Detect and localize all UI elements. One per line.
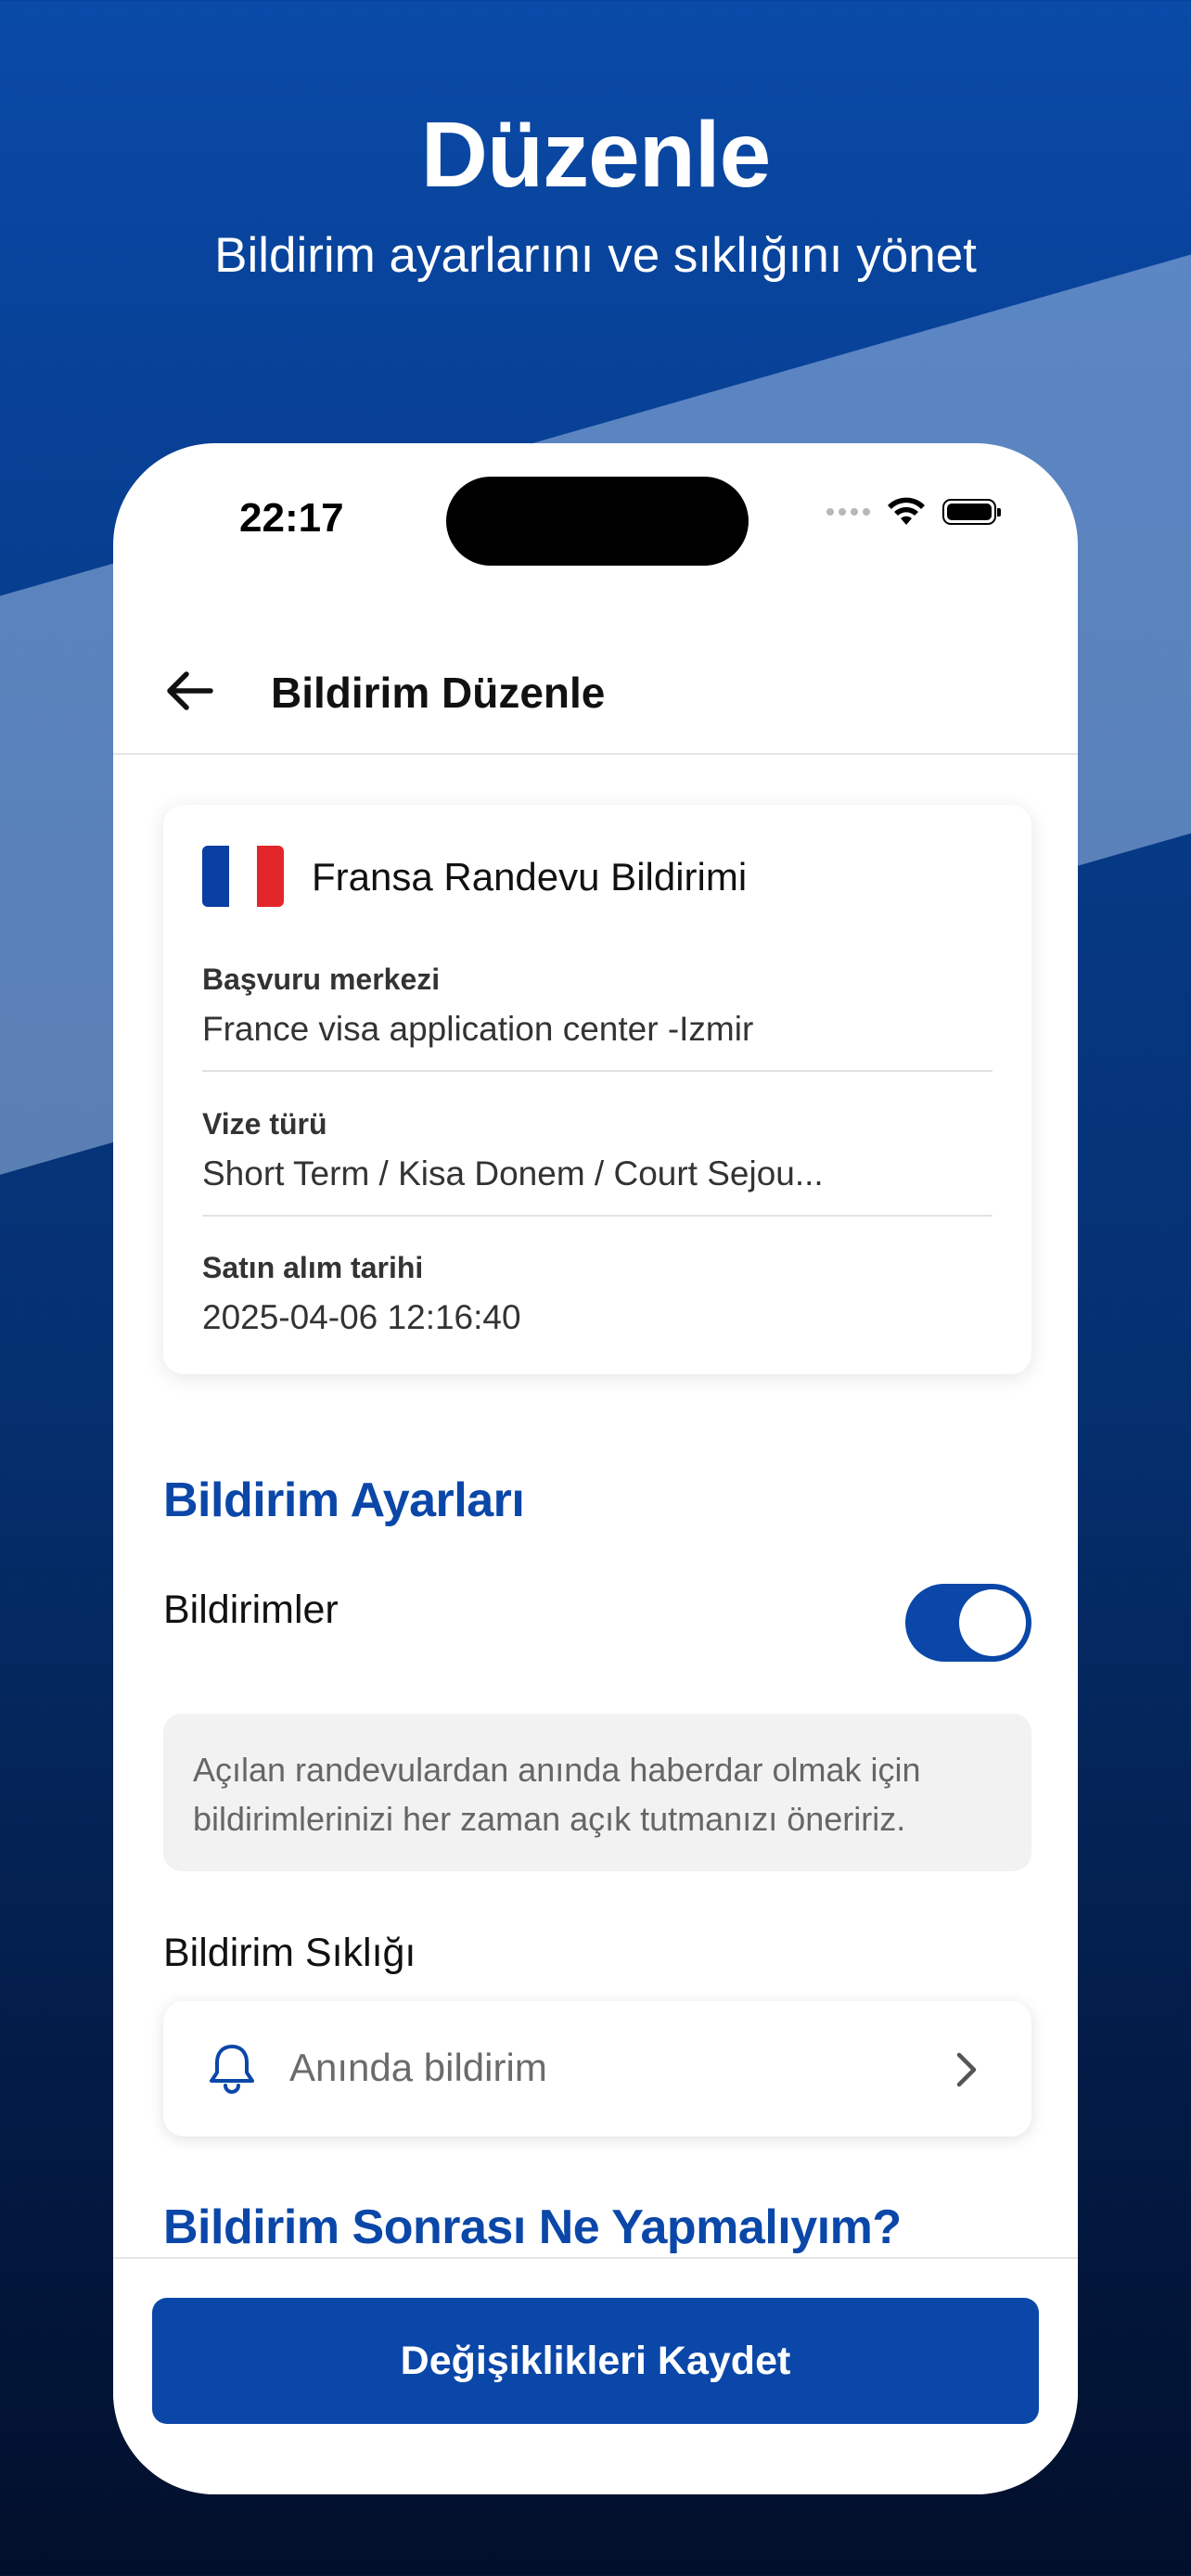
appointment-card: Fransa Randevu Bildirimi Başvuru merkezi…: [163, 805, 1031, 1374]
application-center-field: Başvuru merkezi France visa application …: [202, 963, 992, 1049]
field-label: Satın alım tarihi: [202, 1251, 424, 1284]
bell-icon: [210, 2045, 254, 2094]
frequency-value: Anında bildirim: [289, 2046, 547, 2089]
field-label: Vize türü: [202, 1107, 327, 1141]
status-time: 22:17: [239, 495, 344, 541]
purchase-date-field: Satın alım tarihi 2025-04-06 12:16:40: [202, 1251, 992, 1337]
flag-stripe: [229, 846, 257, 907]
flag-stripe: [256, 846, 284, 907]
field-value: France visa application center -Izmir: [202, 1010, 754, 1048]
card-title: Fransa Randevu Bildirimi: [312, 855, 748, 899]
cellular-signal-icon: [826, 508, 870, 516]
frequency-select[interactable]: Anında bildirim: [163, 2001, 1031, 2136]
notifications-label: Bildirimler: [163, 1588, 339, 1632]
field-label: Başvuru merkezi: [202, 963, 441, 996]
notification-settings-heading: Bildirim Ayarları: [163, 1473, 525, 1527]
notifications-toggle[interactable]: [905, 1584, 1031, 1662]
bottom-action-bar: Değişiklikleri Kaydet: [113, 2257, 1078, 2494]
promo-title: Düzenle: [420, 103, 771, 207]
wifi-icon: [888, 497, 925, 525]
field-value: 2025-04-06 12:16:40: [202, 1298, 521, 1336]
status-icons: [826, 497, 1001, 527]
france-flag-icon: [202, 846, 284, 907]
page-title: Bildirim Düzenle: [271, 669, 606, 717]
divider: [202, 1070, 992, 1072]
navigation-bar: Bildirim Düzenle: [113, 629, 1078, 755]
chevron-right-icon: [956, 2052, 977, 2087]
arrow-left-icon: [167, 671, 213, 710]
promo-subtitle: Bildirim ayarlarını ve sıklığını yönet: [214, 228, 977, 283]
field-value: Short Term / Kisa Donem / Court Sejou...: [202, 1154, 824, 1192]
toggle-knob: [959, 1589, 1026, 1656]
phone-screen: 22:17 Bildirim Düzenle Fransa Randevu Bi…: [113, 443, 1078, 2494]
frequency-label: Bildirim Sıklığı: [163, 1931, 416, 1975]
back-button[interactable]: [160, 660, 221, 721]
divider: [202, 1215, 992, 1217]
save-changes-button[interactable]: Değişiklikleri Kaydet: [152, 2298, 1039, 2424]
info-box: Açılan randevulardan anında haberdar olm…: [163, 1714, 1031, 1871]
info-text: Açılan randevulardan anında haberdar olm…: [193, 1751, 921, 1838]
after-notification-heading: Bildirim Sonrası Ne Yapmalıyım?: [163, 2200, 902, 2254]
battery-icon: [942, 499, 1001, 525]
dynamic-island: [446, 477, 749, 566]
visa-type-field: Vize türü Short Term / Kisa Donem / Cour…: [202, 1107, 992, 1193]
flag-stripe: [202, 846, 230, 907]
